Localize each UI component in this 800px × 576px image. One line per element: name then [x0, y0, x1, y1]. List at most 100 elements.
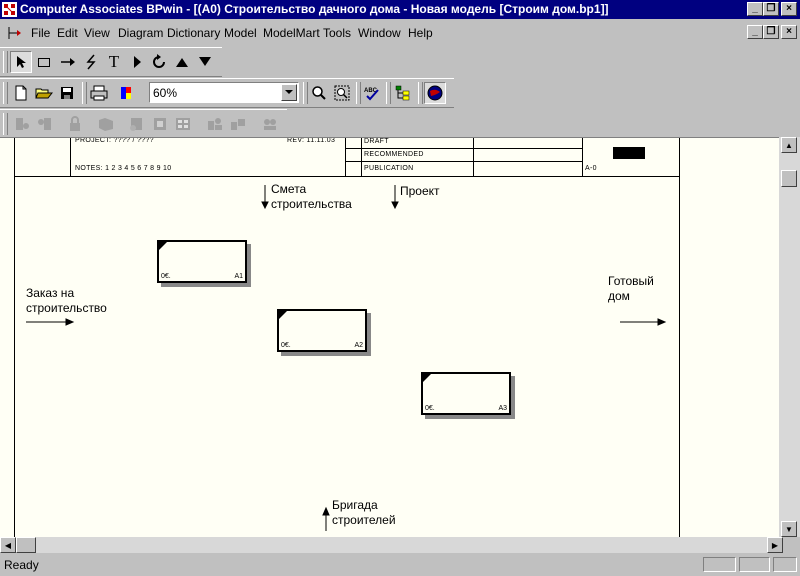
frame-black-mark: [613, 147, 645, 159]
scroll-down-icon[interactable]: ▼: [781, 521, 797, 537]
squiggle-tool-icon[interactable]: [80, 51, 102, 73]
label-crew[interactable]: Бригада строителей: [332, 498, 396, 528]
label-cost-estimate[interactable]: Смета строительства: [271, 182, 352, 212]
menu-help[interactable]: Help: [408, 26, 433, 40]
text-tool-icon[interactable]: T: [103, 51, 125, 73]
new-file-icon[interactable]: [10, 82, 32, 104]
mm-library-icon[interactable]: [95, 113, 117, 135]
bpwin-app-icon[interactable]: [2, 2, 17, 17]
frame-line: [473, 138, 474, 176]
doc-restore-button[interactable]: ❐: [763, 25, 779, 39]
frame-publication: PUBLICATION: [364, 165, 414, 172]
mm-disconnect-icon[interactable]: [34, 113, 56, 135]
frame-draft: DRAFT: [364, 138, 389, 145]
horizontal-scrollbar[interactable]: ◀ ▶: [0, 537, 783, 553]
pointer-tool-icon[interactable]: [10, 51, 32, 73]
diagram-canvas[interactable]: PROJECT: ???? / ???? REV: 11.11.03 NOTES…: [0, 137, 779, 538]
toolbar-separator: [418, 82, 423, 104]
refresh-icon[interactable]: [148, 51, 170, 73]
zoom-in-icon[interactable]: [308, 82, 330, 104]
scroll-thumb[interactable]: [781, 170, 797, 187]
menu-model[interactable]: Model: [224, 26, 257, 40]
print-icon[interactable]: [88, 82, 110, 104]
menu-diagram[interactable]: Diagram: [118, 26, 163, 40]
scroll-thumb[interactable]: [16, 537, 36, 553]
box-corner-mark: [159, 242, 167, 250]
frame-recommended: RECOMMENDED: [364, 151, 424, 158]
scroll-left-icon[interactable]: ◀: [0, 537, 16, 553]
zoom-fit-icon[interactable]: [331, 82, 353, 104]
menu-modelmart[interactable]: ModelMart: [263, 26, 320, 40]
status-panel: [703, 557, 736, 572]
close-button[interactable]: ×: [781, 2, 797, 16]
box-cost: 0€.: [161, 273, 171, 280]
frame-line: [345, 138, 346, 176]
menu-tools[interactable]: Tools: [323, 26, 351, 40]
toolbar-separator: [386, 82, 391, 104]
zoom-value: 60%: [153, 86, 178, 100]
modelmart-globe-icon[interactable]: [424, 82, 446, 104]
toolbar-grip[interactable]: [3, 51, 8, 73]
model-explorer-icon[interactable]: [392, 82, 414, 104]
open-folder-icon[interactable]: [33, 82, 55, 104]
box-tool-icon[interactable]: [33, 51, 55, 73]
go-to-parent-icon[interactable]: [171, 51, 193, 73]
label-project[interactable]: Проект: [400, 184, 440, 199]
mm-save-icon[interactable]: [125, 113, 147, 135]
activity-box-a2[interactable]: 0€. A2: [277, 309, 367, 352]
toolbar-grip[interactable]: [3, 113, 8, 135]
status-bar: Ready: [0, 555, 800, 576]
document-window-icon[interactable]: [6, 24, 24, 42]
color-palette-icon[interactable]: [117, 82, 139, 104]
frame-notes: NOTES: 1 2 3 4 5 6 7 8 9 10: [75, 165, 172, 172]
window-title: Computer Associates BPwin - [(A0) Строит…: [20, 2, 609, 16]
box-cost: 0€.: [425, 405, 435, 412]
status-panel: [739, 557, 770, 572]
chevron-down-icon[interactable]: [281, 84, 297, 101]
mm-merge-icon[interactable]: [149, 113, 171, 135]
vertical-scrollbar[interactable]: ▲ ▼: [779, 137, 800, 537]
mm-team-icon[interactable]: [259, 113, 281, 135]
box-node: A1: [234, 273, 243, 280]
spell-check-icon[interactable]: ABC: [361, 82, 383, 104]
title-bar: Computer Associates BPwin - [(A0) Строит…: [0, 0, 800, 19]
frame-rev: REV: 11.11.03: [287, 137, 336, 144]
doc-minimize-button[interactable]: _: [747, 25, 763, 39]
arrow-tool-icon[interactable]: [57, 51, 79, 73]
mm-users-icon[interactable]: [204, 113, 226, 135]
drawing-toolbar: T: [0, 47, 222, 77]
scroll-up-icon[interactable]: ▲: [781, 137, 797, 153]
activity-box-a1[interactable]: 0€. A1: [157, 240, 247, 283]
label-finished-house[interactable]: Готовый дом: [608, 274, 654, 304]
save-icon[interactable]: [56, 82, 78, 104]
frame-line: [582, 138, 583, 176]
frame-line: [345, 148, 582, 149]
label-order[interactable]: Заказ на строительство: [26, 286, 107, 316]
mm-grid-icon[interactable]: [172, 113, 194, 135]
menu-window[interactable]: Window: [358, 26, 401, 40]
box-node: A3: [498, 405, 507, 412]
menu-view[interactable]: View: [84, 26, 110, 40]
mm-connect-icon[interactable]: [11, 113, 33, 135]
box-corner-mark: [423, 374, 431, 382]
menu-edit[interactable]: Edit: [57, 26, 78, 40]
minimize-button[interactable]: _: [747, 2, 763, 16]
mm-lock-icon[interactable]: [64, 113, 86, 135]
go-to-sibling-icon[interactable]: [126, 51, 148, 73]
status-panel: [773, 557, 797, 572]
menu-file[interactable]: File: [31, 26, 50, 40]
menu-dictionary[interactable]: Dictionary: [167, 26, 220, 40]
scroll-right-icon[interactable]: ▶: [767, 537, 783, 553]
status-text: Ready: [4, 558, 39, 572]
menu-bar: File Edit View Diagram Dictionary Model …: [0, 21, 800, 45]
go-to-child-icon[interactable]: [194, 51, 216, 73]
restore-button[interactable]: ❐: [763, 2, 779, 16]
doc-close-button[interactable]: ×: [781, 25, 797, 39]
frame-project: PROJECT: ???? / ????: [75, 137, 154, 144]
zoom-select[interactable]: 60%: [149, 82, 299, 103]
frame-line: [361, 138, 362, 176]
activity-box-a3[interactable]: 0€. A3: [421, 372, 511, 415]
toolbar-grip[interactable]: [3, 82, 8, 104]
box-corner-mark: [279, 311, 287, 319]
mm-security-icon[interactable]: [227, 113, 249, 135]
